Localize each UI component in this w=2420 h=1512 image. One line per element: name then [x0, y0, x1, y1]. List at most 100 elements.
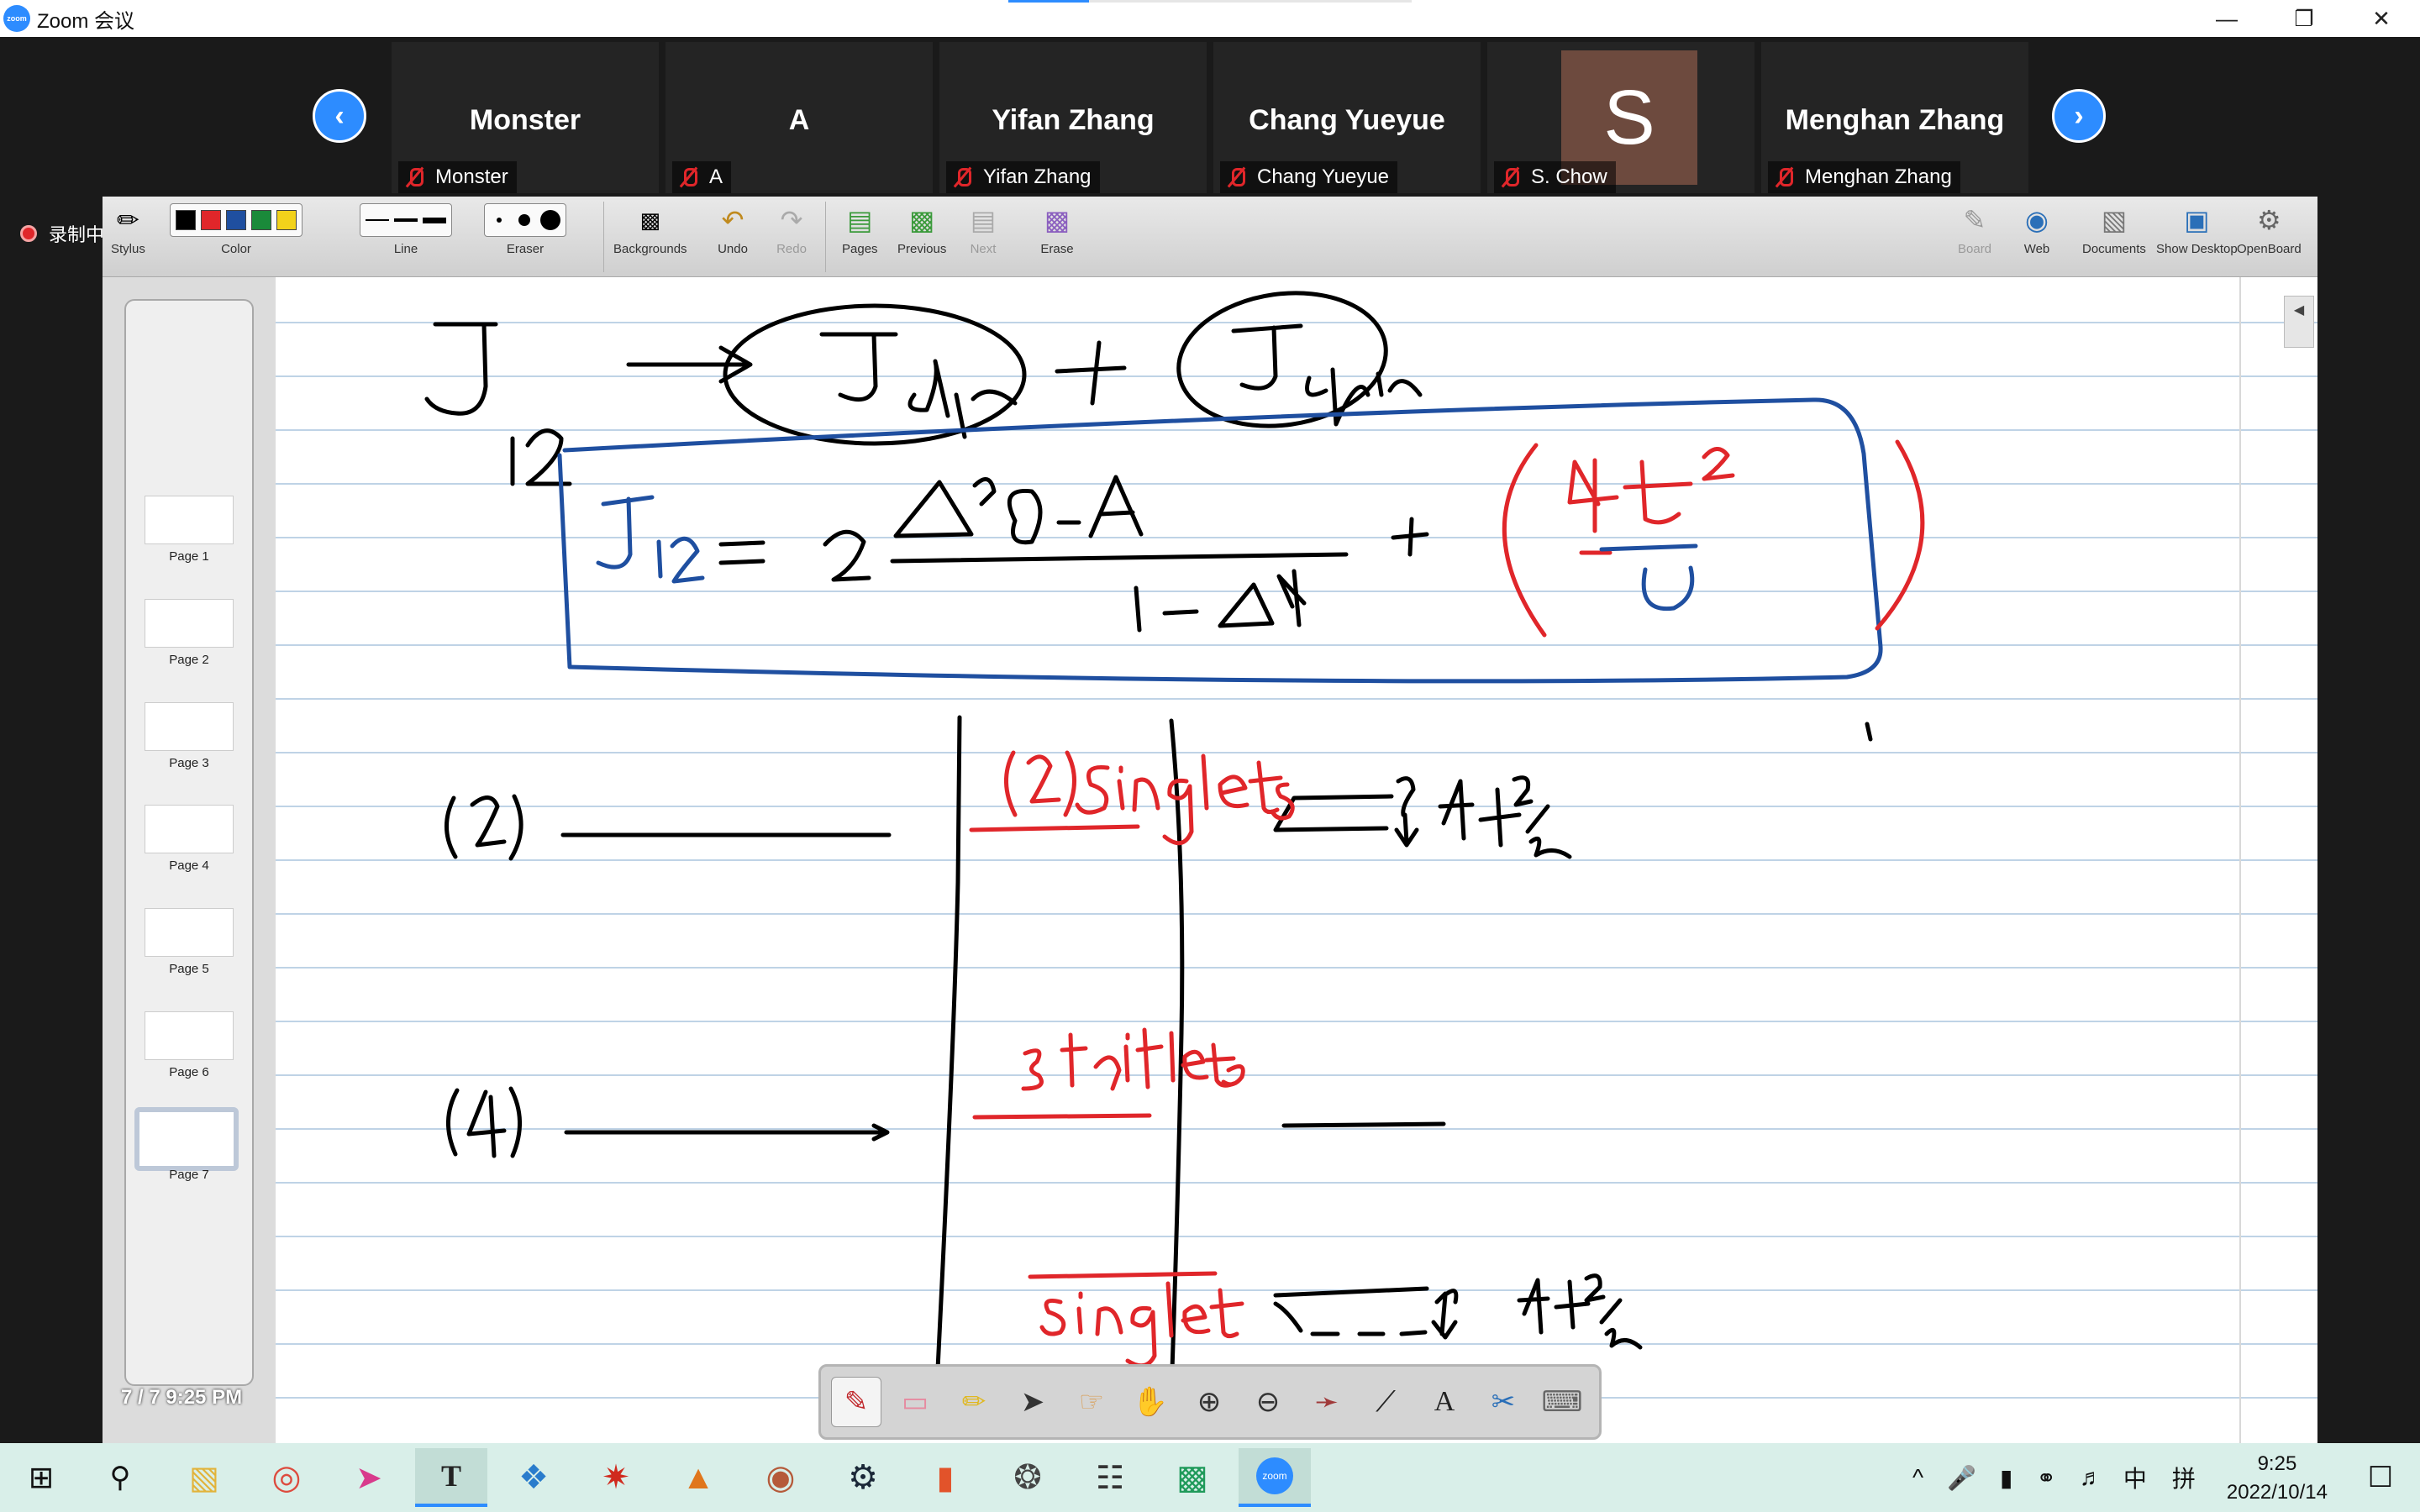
start-button[interactable]: ⊞	[5, 1448, 77, 1507]
taskbar-app-zoom[interactable]: zoom	[1239, 1448, 1311, 1507]
openboard-menu-button[interactable]: ⚙ OpenBoard	[2237, 203, 2302, 256]
search-button[interactable]: ⚲	[84, 1448, 156, 1507]
handwriting-energy-levels	[445, 715, 1873, 1405]
web-button[interactable]: ◉ Web	[2020, 203, 2054, 256]
color-swatch-red[interactable]	[201, 210, 221, 230]
ime-language-indicator[interactable]: 中	[2123, 1461, 2147, 1494]
notification-center-button[interactable]: ☐	[2344, 1448, 2417, 1507]
show-desktop-button[interactable]: ▣ Show Desktop	[2156, 203, 2238, 256]
keyboard-tool-button[interactable]: ⌨	[1537, 1377, 1587, 1427]
participant-tile[interactable]: Yifan Zhang Yifan Zhang	[939, 42, 1207, 193]
taskbar-app-send[interactable]: ➤	[333, 1448, 405, 1507]
taskbar-app-typora[interactable]: T	[415, 1448, 487, 1507]
eraser-large-option[interactable]	[540, 210, 560, 230]
page-thumbnail[interactable]	[145, 805, 234, 853]
taskbar-app-globe[interactable]: ◉	[744, 1448, 817, 1507]
taskbar-app-matlab[interactable]: ▲	[662, 1448, 734, 1507]
handwriting-blue-fraction	[1599, 543, 1698, 612]
ime-mode-indicator[interactable]: 拼	[2172, 1461, 2196, 1494]
page-thumbnail[interactable]	[145, 1011, 234, 1060]
pages-button[interactable]: ▤ Pages	[842, 203, 878, 256]
documents-button[interactable]: ▧ Documents	[2082, 203, 2146, 256]
whiteboard-canvas[interactable]	[276, 277, 2317, 1443]
laser-pointer-button[interactable]: ➛	[1302, 1377, 1352, 1427]
page-thumbnail[interactable]	[145, 702, 234, 751]
next-participants-button[interactable]: ›	[2052, 89, 2106, 143]
page-thumbnail-current[interactable]	[134, 1107, 239, 1171]
wifi-icon[interactable]: ⚭	[2036, 1464, 2055, 1492]
pen-tool-button[interactable]: ✎	[831, 1377, 881, 1427]
taskbar-app-steam[interactable]: ⚙	[827, 1448, 899, 1507]
minimize-button[interactable]: —	[2188, 0, 2265, 37]
pan-tool-button[interactable]: ✋	[1125, 1377, 1176, 1427]
capture-tool-button[interactable]: ✂	[1478, 1377, 1528, 1427]
taskbar-app-wolfram[interactable]: ✷	[580, 1448, 652, 1507]
color-swatch-blue[interactable]	[226, 210, 246, 230]
board-button[interactable]: ✎ Board	[1958, 203, 1991, 256]
participant-tile[interactable]: Monster Monster	[392, 42, 659, 193]
eraser-medium-option[interactable]	[518, 214, 530, 226]
participant-label-text: Chang Yueyue	[1257, 165, 1390, 188]
line-medium-option[interactable]	[394, 218, 418, 222]
zoom-in-button[interactable]: ⊕	[1184, 1377, 1234, 1427]
color-swatch-green[interactable]	[251, 210, 271, 230]
backgrounds-button[interactable]: ▩ Backgrounds	[613, 203, 687, 257]
taskbar-app-wheel[interactable]: ❂	[992, 1448, 1064, 1507]
taskbar-app-explorer[interactable]: ▧	[168, 1448, 240, 1507]
text-tool-button[interactable]: A	[1419, 1377, 1470, 1427]
eraser-size-picker[interactable]: Eraser	[484, 203, 566, 256]
participant-display-name: Menghan Zhang	[1785, 104, 2005, 136]
capture-icon: ✂	[1491, 1386, 1516, 1418]
line-width-picker[interactable]: Line	[360, 203, 452, 256]
participant-tile[interactable]: Chang Yueyue Chang Yueyue	[1213, 42, 1481, 193]
show-hidden-icons-button[interactable]: ^	[1912, 1464, 1923, 1491]
page-sidebar: Page 1 Page 2 Page 3 Page 4 Page 5 Page …	[103, 277, 276, 1443]
next-page-button[interactable]: ▤ Next	[966, 203, 1000, 256]
taskbar-app-green[interactable]: ▩	[1156, 1448, 1228, 1507]
volume-icon[interactable]: ♬	[2080, 1464, 2103, 1491]
color-swatch-yellow[interactable]	[276, 210, 297, 230]
close-button[interactable]: ✕	[2343, 0, 2420, 37]
board-icon: ✎	[1963, 205, 1986, 235]
page-thumbnail[interactable]	[145, 908, 234, 957]
line-icon: ⟋	[1376, 1385, 1396, 1418]
zoom-out-button[interactable]: ⊖	[1243, 1377, 1293, 1427]
participant-tile[interactable]: A A	[666, 42, 933, 193]
select-tool-button[interactable]: ➤	[1007, 1377, 1058, 1427]
line-thin-option[interactable]	[366, 219, 389, 221]
microphone-icon[interactable]: 🎤	[1947, 1464, 1976, 1492]
color-picker[interactable]: Color	[170, 203, 302, 256]
participant-tile[interactable]: S S. Chow	[1487, 42, 1754, 193]
highlighter-tool-button[interactable]: ✏	[949, 1377, 999, 1427]
toolbar-divider	[603, 202, 604, 272]
eraser-tool-button[interactable]: ▭	[890, 1377, 940, 1427]
line-thick-option[interactable]	[423, 217, 446, 223]
page-thumbnail[interactable]	[145, 599, 234, 648]
page-thumbnail[interactable]	[145, 496, 234, 544]
participant-strip: ‹ Monster Monster A A Yifan Zhang Yifan …	[0, 37, 2420, 197]
taskbar-app-reader[interactable]: ▮	[909, 1448, 981, 1507]
restore-button[interactable]: ❐	[2265, 0, 2343, 37]
undo-button[interactable]: ↶ Undo	[716, 203, 750, 256]
recording-indicator[interactable]: 录制中	[20, 220, 104, 247]
participant-tile[interactable]: Menghan Zhang Menghan Zhang	[1761, 42, 2028, 193]
redo-button[interactable]: ↷ Redo	[775, 203, 808, 256]
typora-icon: T	[440, 1459, 461, 1493]
line-tool-button[interactable]: ⟋	[1360, 1377, 1411, 1427]
taskbar-clock[interactable]: 9:25 2022/10/14	[2227, 1450, 2328, 1507]
eraser-small-option[interactable]	[497, 218, 502, 223]
cat-icon: ☷	[1095, 1460, 1125, 1496]
erase-button[interactable]: ▩ Erase	[1040, 203, 1074, 256]
taskbar-app-cat[interactable]: ☷	[1074, 1448, 1146, 1507]
taskbar-app-chrome[interactable]: ◎	[250, 1448, 323, 1507]
participant-label: A	[672, 161, 732, 193]
mic-muted-icon	[951, 166, 973, 188]
previous-page-button[interactable]: ▩ Previous	[897, 203, 946, 256]
interact-tool-button[interactable]: ☞	[1066, 1377, 1117, 1427]
battery-icon[interactable]: ▮	[2000, 1464, 2012, 1492]
collapse-library-button[interactable]: ◀	[2284, 296, 2314, 348]
color-swatch-black[interactable]	[176, 210, 196, 230]
taskbar-app-vscode[interactable]: ❖	[497, 1448, 570, 1507]
previous-participants-button[interactable]: ‹	[313, 89, 366, 143]
stylus-button[interactable]: ✏ Stylus	[111, 203, 145, 256]
